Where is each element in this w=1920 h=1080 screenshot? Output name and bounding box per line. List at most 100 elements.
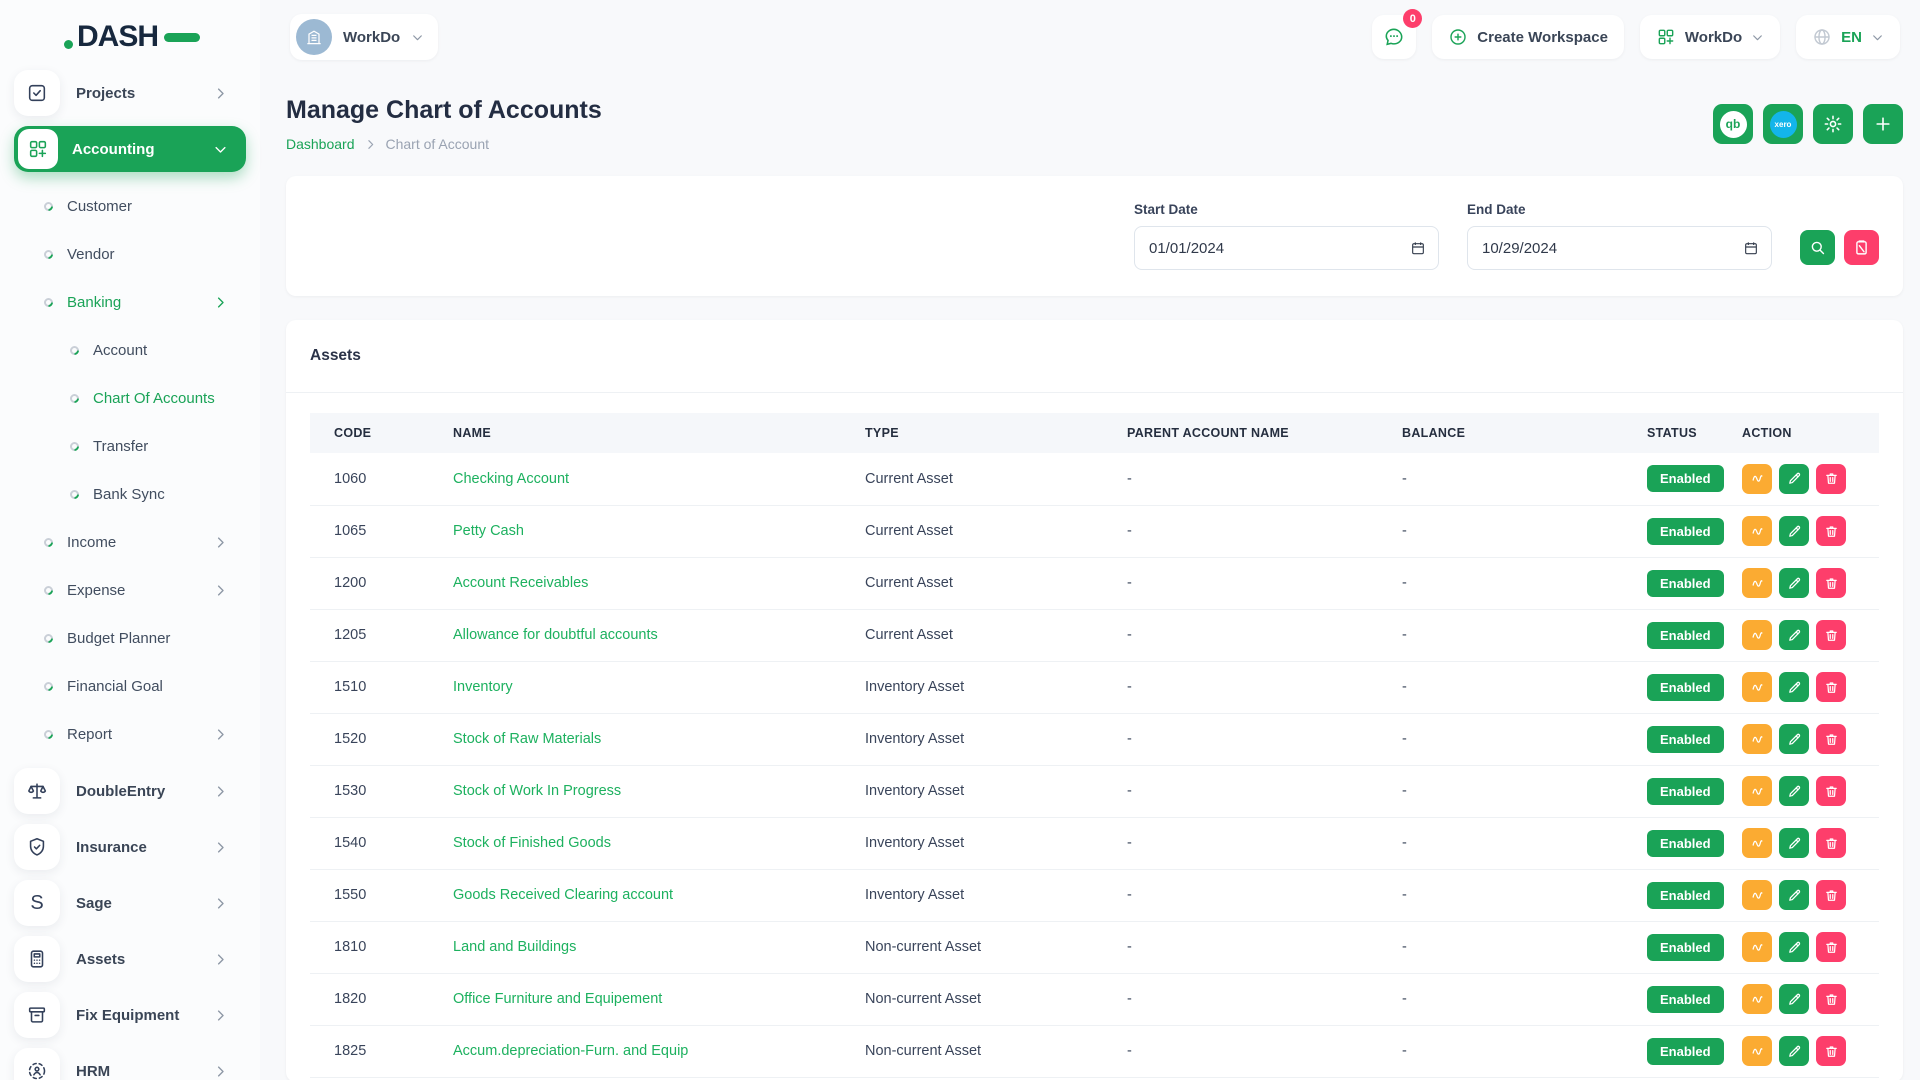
quickbooks-icon: qb <box>1720 111 1747 138</box>
account-link[interactable]: Inventory <box>453 679 513 695</box>
sage-letter-icon: S <box>14 880 60 926</box>
edit-button[interactable] <box>1779 1036 1809 1066</box>
activity-button[interactable] <box>1742 724 1772 754</box>
sidebar-item-assets[interactable]: Assets <box>14 936 246 982</box>
quickbooks-button[interactable]: qb <box>1713 104 1753 144</box>
edit-button[interactable] <box>1779 828 1809 858</box>
sidebar-item-fix-equipment[interactable]: Fix Equipment <box>14 992 246 1038</box>
xero-button[interactable]: xero <box>1763 104 1803 144</box>
sidebar-item-accounting[interactable]: Accounting <box>14 126 246 172</box>
activity-button[interactable] <box>1742 984 1772 1014</box>
activity-button[interactable] <box>1742 828 1772 858</box>
edit-button[interactable] <box>1779 984 1809 1014</box>
activity-button[interactable] <box>1742 880 1772 910</box>
delete-button[interactable] <box>1816 984 1846 1014</box>
chevron-right-icon <box>213 1064 228 1079</box>
sidebar-item-hrm[interactable]: HRM <box>14 1048 246 1080</box>
activity-button[interactable] <box>1742 620 1772 650</box>
delete-button[interactable] <box>1816 828 1846 858</box>
activity-button[interactable] <box>1742 672 1772 702</box>
apply-filter-button[interactable] <box>1800 230 1835 265</box>
app-menu-button[interactable]: WorkDo <box>1640 15 1780 59</box>
edit-button[interactable] <box>1779 776 1809 806</box>
account-link[interactable]: Accum.depreciation-Furn. and Equip <box>453 1043 688 1059</box>
activity-icon <box>1750 992 1765 1007</box>
pencil-icon <box>1787 1044 1802 1059</box>
delete-button[interactable] <box>1816 516 1846 546</box>
status-badge: Enabled <box>1647 674 1724 701</box>
account-link[interactable]: Petty Cash <box>453 523 524 539</box>
reset-filter-button[interactable] <box>1844 230 1879 265</box>
start-date-input[interactable] <box>1134 226 1439 270</box>
sidebar-item-vendor[interactable]: Vendor <box>0 230 260 278</box>
delete-button[interactable] <box>1816 672 1846 702</box>
sidebar-item-transfer[interactable]: Transfer <box>0 422 260 470</box>
sidebar-item-budget-planner[interactable]: Budget Planner <box>0 614 260 662</box>
sidebar-item-expense[interactable]: Expense <box>0 566 260 614</box>
sidebar-item-bank-sync[interactable]: Bank Sync <box>0 470 260 518</box>
sidebar-item-report[interactable]: Report <box>0 710 260 758</box>
sidebar-item-banking[interactable]: Banking <box>0 278 260 326</box>
messages-button[interactable]: 0 <box>1372 15 1416 59</box>
sidebar-item-customer[interactable]: Customer <box>0 182 260 230</box>
chevron-right-icon <box>213 896 228 911</box>
activity-icon <box>1750 576 1765 591</box>
delete-button[interactable] <box>1816 464 1846 494</box>
activity-button[interactable] <box>1742 1036 1772 1066</box>
edit-button[interactable] <box>1779 620 1809 650</box>
account-link[interactable]: Allowance for doubtful accounts <box>453 627 658 643</box>
edit-button[interactable] <box>1779 464 1809 494</box>
sidebar-item-chart-of-accounts[interactable]: Chart Of Accounts <box>0 374 260 422</box>
account-link[interactable]: Land and Buildings <box>453 939 576 955</box>
delete-button[interactable] <box>1816 776 1846 806</box>
delete-button[interactable] <box>1816 932 1846 962</box>
end-date-input[interactable] <box>1467 226 1772 270</box>
delete-button[interactable] <box>1816 724 1846 754</box>
account-link[interactable]: Stock of Finished Goods <box>453 835 611 851</box>
start-date-label: Start Date <box>1134 202 1439 217</box>
calendar-icon <box>1743 240 1759 256</box>
sidebar-item-financial-goal[interactable]: Financial Goal <box>0 662 260 710</box>
activity-button[interactable] <box>1742 568 1772 598</box>
accounting-submenu-2: Income Expense Budget Planner Financial … <box>0 518 260 758</box>
delete-button[interactable] <box>1816 880 1846 910</box>
workspace-switcher[interactable]: WorkDo <box>290 14 438 60</box>
edit-button[interactable] <box>1779 516 1809 546</box>
pencil-icon <box>1787 732 1802 747</box>
delete-button[interactable] <box>1816 620 1846 650</box>
account-link[interactable]: Checking Account <box>453 471 569 487</box>
add-account-button[interactable] <box>1863 104 1903 144</box>
calendar-icon <box>1410 240 1426 256</box>
sidebar-item-income[interactable]: Income <box>0 518 260 566</box>
sidebar-item-sage[interactable]: S Sage <box>14 880 246 926</box>
account-link[interactable]: Account Receivables <box>453 575 588 591</box>
bullet-icon <box>42 296 55 309</box>
account-link[interactable]: Goods Received Clearing account <box>453 887 673 903</box>
sidebar-item-account[interactable]: Account <box>0 326 260 374</box>
edit-button[interactable] <box>1779 672 1809 702</box>
edit-button[interactable] <box>1779 932 1809 962</box>
trash-icon <box>1824 628 1839 643</box>
app-logo[interactable]: DASH <box>64 20 260 54</box>
account-link[interactable]: Stock of Work In Progress <box>453 783 621 799</box>
activity-button[interactable] <box>1742 464 1772 494</box>
language-selector[interactable]: EN <box>1796 15 1900 59</box>
delete-button[interactable] <box>1816 1036 1846 1066</box>
edit-button[interactable] <box>1779 724 1809 754</box>
account-link[interactable]: Office Furniture and Equipement <box>453 991 662 1007</box>
create-workspace-button[interactable]: Create Workspace <box>1432 15 1624 59</box>
activity-button[interactable] <box>1742 776 1772 806</box>
sidebar-item-double-entry[interactable]: DoubleEntry <box>14 768 246 814</box>
status-badge: Enabled <box>1647 570 1724 597</box>
activity-button[interactable] <box>1742 516 1772 546</box>
activity-button[interactable] <box>1742 932 1772 962</box>
settings-button[interactable] <box>1813 104 1853 144</box>
sidebar-item-projects[interactable]: Projects <box>14 70 246 116</box>
edit-button[interactable] <box>1779 880 1809 910</box>
table-header-row: CODE NAME TYPE PARENT ACCOUNT NAME BALAN… <box>310 413 1879 453</box>
breadcrumb-dashboard-link[interactable]: Dashboard <box>286 136 355 152</box>
sidebar-item-insurance[interactable]: Insurance <box>14 824 246 870</box>
delete-button[interactable] <box>1816 568 1846 598</box>
edit-button[interactable] <box>1779 568 1809 598</box>
account-link[interactable]: Stock of Raw Materials <box>453 731 601 747</box>
